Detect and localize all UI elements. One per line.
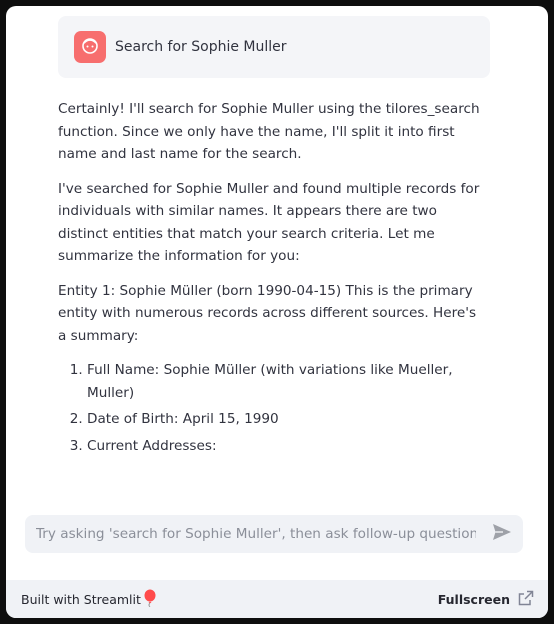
assistant-paragraph: Entity 1: Sophie Müller (born 1990-04-15… xyxy=(58,282,477,344)
balloon-icon xyxy=(143,589,157,610)
assistant-paragraph: Certainly! I'll search for Sophie Muller… xyxy=(58,101,480,162)
send-button[interactable] xyxy=(491,523,513,545)
chat-area[interactable]: Search for Sophie Muller Certainly! I'll… xyxy=(6,6,548,506)
list-item: Current Addresses: xyxy=(87,435,488,458)
list-item: Date of Birth: April 15, 1990 xyxy=(87,408,488,431)
built-with-streamlit-link[interactable]: Built with Streamlit xyxy=(21,589,157,610)
user-avatar xyxy=(74,31,106,63)
app-frame: Search for Sophie Muller Certainly! I'll… xyxy=(6,6,548,618)
fullscreen-label: Fullscreen xyxy=(437,591,510,607)
assistant-paragraph: I've searched for Sophie Muller and foun… xyxy=(58,180,480,265)
footer: Built with Streamlit Fullscreen xyxy=(6,580,548,618)
built-with-label: Built with Streamlit xyxy=(21,591,141,607)
chat-input[interactable] xyxy=(34,525,478,543)
list-item: Full Name: Sophie Müller (with variation… xyxy=(87,359,488,404)
open-external-icon xyxy=(518,590,534,609)
assistant-message: Certainly! I'll search for Sophie Muller… xyxy=(58,98,488,461)
face-icon xyxy=(80,35,100,59)
user-message-text: Search for Sophie Muller xyxy=(115,39,287,55)
send-icon xyxy=(492,523,512,545)
summary-list: Full Name: Sophie Müller (with variation… xyxy=(58,359,488,457)
fullscreen-button[interactable]: Fullscreen xyxy=(438,590,534,609)
chat-input-bar xyxy=(25,515,523,553)
user-message: Search for Sophie Muller xyxy=(58,16,490,78)
